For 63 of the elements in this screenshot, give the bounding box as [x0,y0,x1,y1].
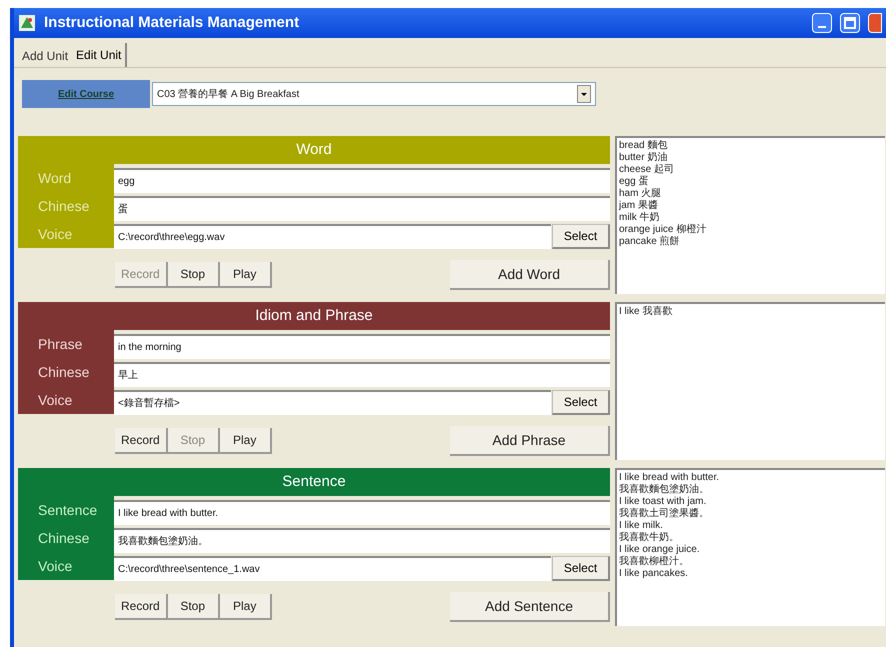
input-field[interactable]: egg [114,168,610,192]
field-label: Chinese [37,528,90,548]
field-label: Voice [37,390,74,410]
list-item[interactable]: milk 牛奶 [619,212,660,224]
item-list[interactable]: I like 我喜歡 [615,302,885,460]
field-label: Voice [37,224,74,244]
media-button[interactable]: Play [220,594,272,620]
list-item[interactable]: I like pancakes. [619,568,688,580]
list-item[interactable]: 我喜歡柳橙汁。 [619,556,689,568]
media-button[interactable]: Record [115,428,168,454]
list-item[interactable]: orange juice 柳橙汁 [619,224,706,236]
add-button[interactable]: Add Phrase [450,426,610,456]
list-item[interactable]: 我喜歡土司塗果醬。 [619,508,709,520]
section-header: Sentence [18,468,610,496]
media-button[interactable]: Play [220,262,272,288]
input-field[interactable]: 早上 [114,362,610,386]
list-item[interactable]: I like bread with butter. [619,472,720,484]
input-field[interactable]: 我喜歡麵包塗奶油。 [114,528,610,552]
add-button[interactable]: Add Sentence [450,592,610,622]
media-button[interactable]: Stop [168,594,220,620]
field-label: Sentence [37,500,98,520]
select-button[interactable]: Select [552,224,610,248]
media-button[interactable]: Play [220,428,272,454]
item-list[interactable]: I like bread with butter. 我喜歡麵包塗奶油。 I like toast with jam. 我喜歡土司塗果醬。 I like milk. 我喜歡牛奶。 I like orange juice. 我喜歡柳橙汁。 I like pancakes. [615,468,885,626]
list-item[interactable]: I like toast with jam. [619,496,706,508]
list-item[interactable]: 我喜歡牛奶。 [619,532,679,544]
list-item[interactable]: I like 我喜歡 [619,306,672,318]
section-header: Word [18,136,610,164]
field-label: Voice [37,556,74,576]
list-item[interactable]: jam 果醬 [619,200,658,212]
item-list[interactable]: bread 麵包 butter 奶油 cheese 起司 egg 蛋 ham 火腿 jam 果醬 milk 牛奶 orange juice 柳橙汁 pancake 煎餅 [615,136,885,294]
field-label: Phrase [37,334,84,354]
list-item[interactable]: egg 蛋 [619,176,648,188]
input-field[interactable]: C:\record\three\egg.wav [114,224,551,248]
field-label: Chinese [37,362,90,382]
input-field[interactable]: in the morning [114,334,610,358]
course-dropdown[interactable]: C03 營養的早餐 A Big Breakfast [152,82,596,106]
input-field[interactable]: <錄音暫存檔> [114,390,551,414]
list-item[interactable]: cheese 起司 [619,164,674,176]
select-button[interactable]: Select [552,390,610,414]
tab[interactable]: Add Unit [18,45,72,67]
minimize-button[interactable] [812,13,832,33]
add-button[interactable]: Add Word [450,260,610,290]
field-label: Chinese [37,196,90,216]
list-item[interactable]: I like orange juice. [619,544,700,556]
list-item[interactable]: butter 奶油 [619,152,668,164]
list-item[interactable]: 我喜歡麵包塗奶油。 [619,484,709,496]
input-field[interactable]: I like bread with butter. [114,500,610,524]
section-header: Idiom and Phrase [18,302,610,330]
list-item[interactable]: I like milk. [619,520,663,532]
maximize-button[interactable] [840,13,860,33]
app-icon [18,14,36,32]
media-button[interactable]: Record [115,594,168,620]
input-field[interactable]: 蛋 [114,196,610,220]
select-button[interactable]: Select [552,556,610,580]
input-field[interactable]: C:\record\three\sentence_1.wav [114,556,551,580]
media-button[interactable]: Stop [168,262,220,288]
close-button[interactable] [868,13,882,33]
field-label: Word [37,168,72,188]
list-item[interactable]: pancake 煎餅 [619,236,680,248]
list-item[interactable]: ham 火腿 [619,188,662,200]
window-title: Instructional Materials Management [44,12,300,33]
list-item[interactable]: bread 麵包 [619,140,668,152]
